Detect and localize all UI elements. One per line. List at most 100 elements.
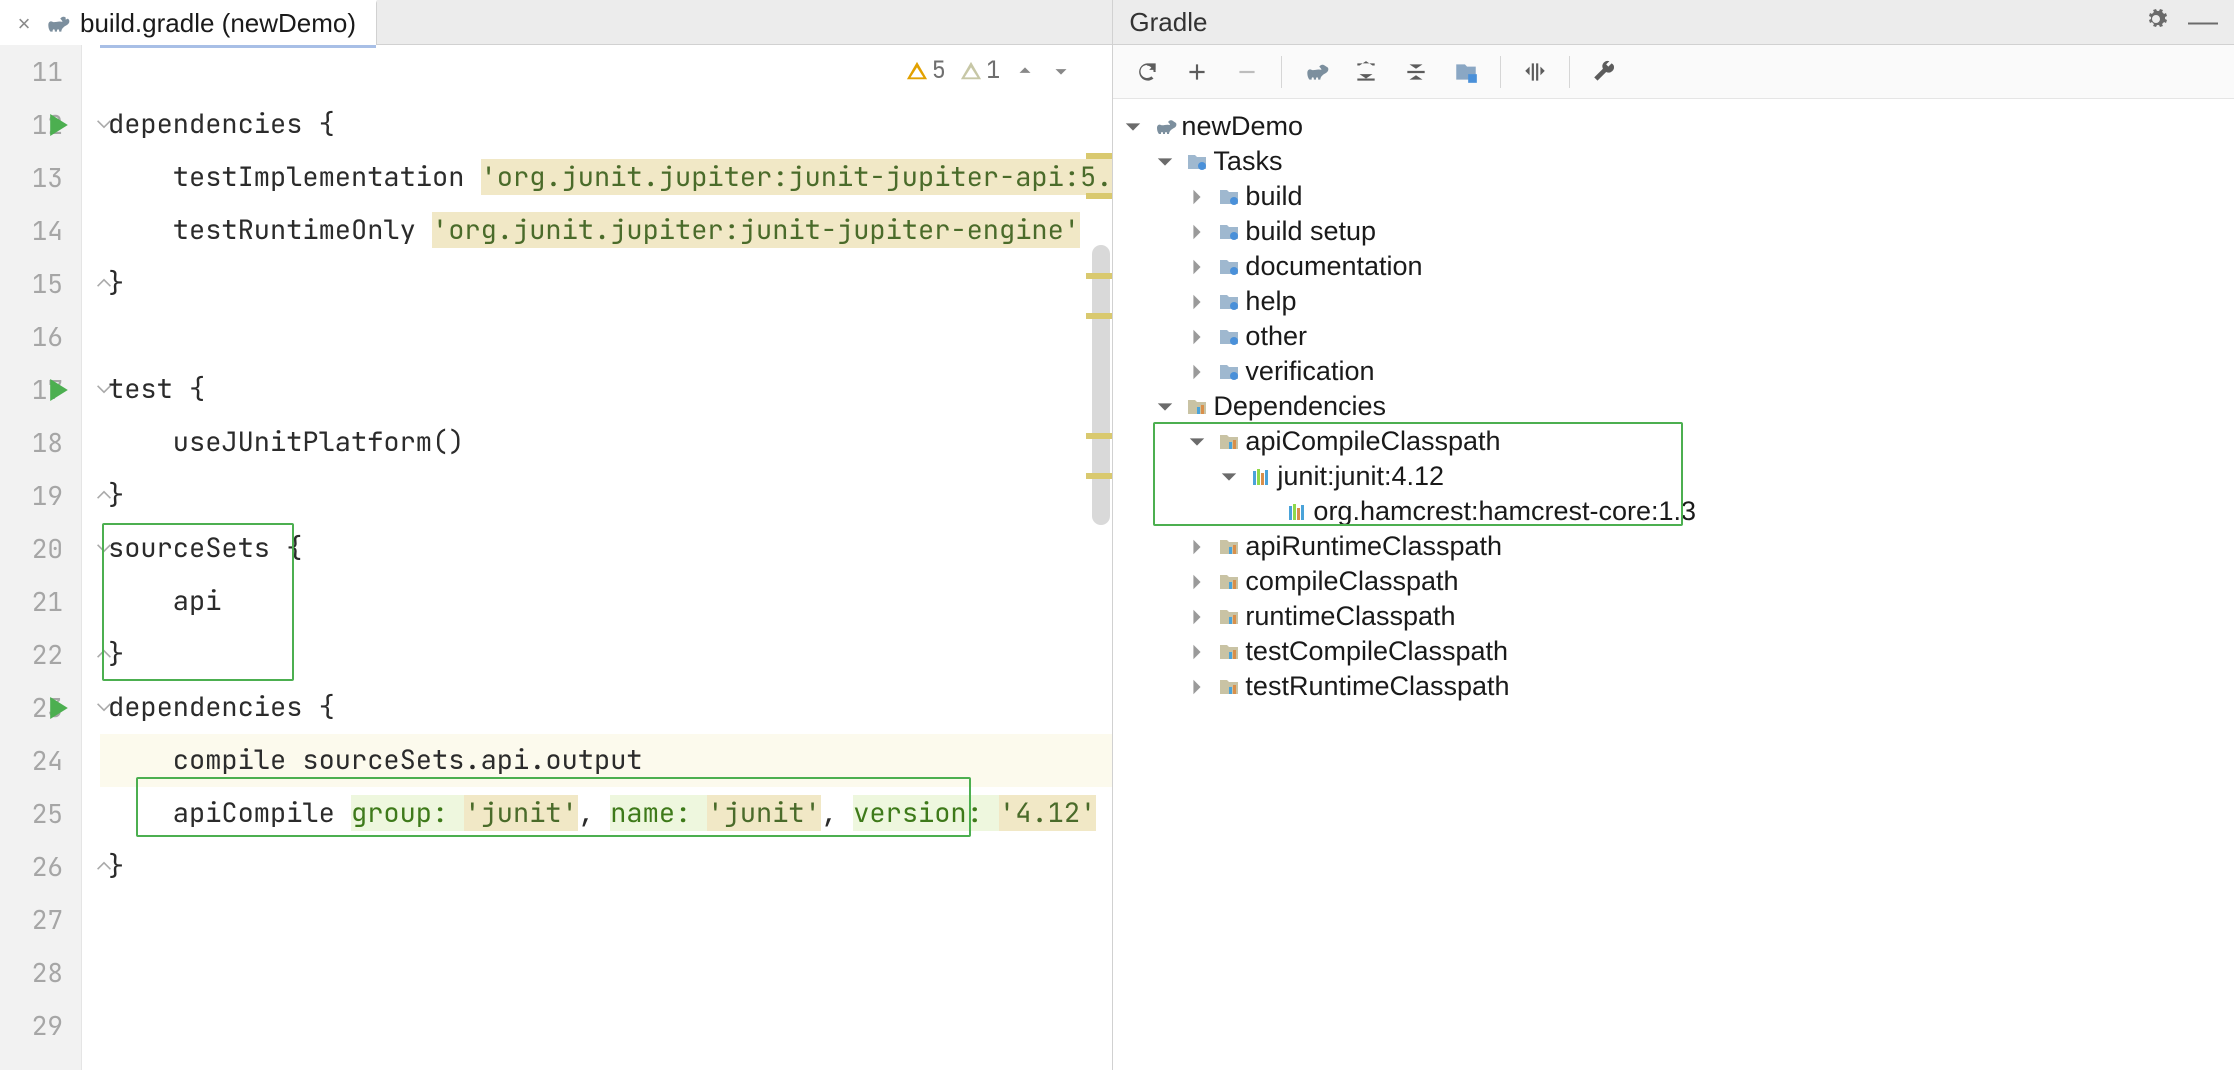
editor-body[interactable]: 11121314151617181920212223242526272829 5… [0, 45, 1112, 1070]
tasks-folder-icon [1181, 150, 1213, 174]
chevron-right-icon[interactable] [1181, 608, 1213, 626]
tree-node-config[interactable]: compileClasspath [1113, 564, 2234, 599]
tree-node-tasks[interactable]: Tasks [1113, 144, 2234, 179]
fold-icon[interactable] [96, 381, 112, 397]
tree-node-config[interactable]: apiRuntimeClasspath [1113, 529, 2234, 564]
project-structure-icon[interactable] [1444, 52, 1488, 92]
chevron-down-icon[interactable] [1149, 153, 1181, 171]
tree-node-project[interactable]: newDemo [1113, 109, 2234, 144]
chevron-down-icon[interactable] [1181, 433, 1213, 451]
fold-end-icon[interactable] [96, 646, 112, 662]
fold-icon[interactable] [96, 699, 112, 715]
gradle-file-icon [44, 11, 70, 37]
code-line[interactable]: api [100, 575, 1112, 628]
editor-pane: × build.gradle (newDemo) 111213141516171… [0, 0, 1113, 1070]
run-icon[interactable] [48, 697, 70, 719]
fold-end-icon[interactable] [96, 858, 112, 874]
code-area[interactable]: 5 1 dependencies { testImplementation 'o… [100, 45, 1112, 1070]
error-stripe[interactable] [1086, 45, 1112, 1070]
minimize-icon[interactable]: — [2188, 5, 2218, 39]
tree-label: junit:junit:4.12 [1277, 461, 1444, 492]
gear-icon[interactable] [2144, 7, 2168, 38]
run-icon[interactable] [48, 379, 70, 401]
chevron-right-icon[interactable] [1181, 188, 1213, 206]
add-icon[interactable] [1175, 52, 1219, 92]
code-line[interactable]: } [100, 469, 1112, 522]
offline-mode-icon[interactable] [1513, 52, 1557, 92]
code-line[interactable] [100, 946, 1112, 999]
code-line[interactable]: dependencies { [100, 681, 1112, 734]
tree-label: testRuntimeClasspath [1245, 671, 1509, 702]
gradle-panel: Gradle — newDemo [1113, 0, 2234, 1070]
close-icon[interactable]: × [14, 11, 34, 37]
tree-label: Tasks [1213, 146, 1282, 177]
tree-node-config[interactable]: testRuntimeClasspath [1113, 669, 2234, 704]
code-line[interactable]: testRuntimeOnly 'org.junit.jupiter:junit… [100, 204, 1112, 257]
chevron-right-icon[interactable] [1181, 363, 1213, 381]
code-line[interactable]: } [100, 628, 1112, 681]
tree-label: apiRuntimeClasspath [1245, 531, 1502, 562]
chevron-down-icon[interactable] [1149, 398, 1181, 416]
tree-node-task[interactable]: other [1113, 319, 2234, 354]
tree-node-config[interactable]: testCompileClasspath [1113, 634, 2234, 669]
chevron-right-icon[interactable] [1181, 538, 1213, 556]
gradle-elephant-icon[interactable] [1294, 52, 1338, 92]
code-line[interactable]: } [100, 840, 1112, 893]
run-icon[interactable] [48, 114, 70, 136]
fold-icon[interactable] [96, 540, 112, 556]
chevron-down-icon[interactable] [1213, 468, 1245, 486]
gradle-tree[interactable]: newDemo Tasks buildbuild setupdocumentat… [1113, 99, 2234, 1070]
tree-node-dep[interactable]: org.hamcrest:hamcrest-core:1.3 [1113, 494, 2234, 529]
scrollbar-thumb[interactable] [1092, 245, 1110, 525]
tree-node-task[interactable]: documentation [1113, 249, 2234, 284]
remove-icon[interactable] [1225, 52, 1269, 92]
code-line[interactable]: } [100, 257, 1112, 310]
expand-all-icon[interactable] [1344, 52, 1388, 92]
deps-config-icon [1213, 605, 1245, 629]
code-line[interactable]: sourceSets { [100, 522, 1112, 575]
chevron-right-icon[interactable] [1181, 258, 1213, 276]
task-folder-icon [1213, 255, 1245, 279]
gradle-toolbar [1113, 45, 2234, 99]
tree-node-dep[interactable]: junit:junit:4.12 [1113, 459, 2234, 494]
code-line[interactable] [100, 45, 1112, 98]
library-icon [1281, 500, 1313, 524]
code-line[interactable]: test { [100, 363, 1112, 416]
wrench-icon[interactable] [1582, 52, 1626, 92]
chevron-right-icon[interactable] [1181, 293, 1213, 311]
fold-end-icon[interactable] [96, 487, 112, 503]
chevron-right-icon[interactable] [1181, 223, 1213, 241]
deps-config-icon [1213, 430, 1245, 454]
deps-config-icon [1213, 675, 1245, 699]
task-folder-icon [1213, 185, 1245, 209]
tree-node-task[interactable]: build setup [1113, 214, 2234, 249]
tree-label: newDemo [1181, 111, 1303, 142]
code-line[interactable]: compile sourceSets.api.output [100, 734, 1112, 787]
refresh-icon[interactable] [1125, 52, 1169, 92]
line-number-gutter: 11121314151617181920212223242526272829 [0, 45, 82, 1070]
code-line[interactable] [100, 310, 1112, 363]
tree-node-task[interactable]: help [1113, 284, 2234, 319]
chevron-down-icon[interactable] [1117, 118, 1149, 136]
tree-node-task[interactable]: build [1113, 179, 2234, 214]
tree-node-config[interactable]: runtimeClasspath [1113, 599, 2234, 634]
code-line[interactable] [100, 893, 1112, 946]
code-line[interactable]: useJUnitPlatform() [100, 416, 1112, 469]
code-line[interactable] [100, 999, 1112, 1052]
tree-label: testCompileClasspath [1245, 636, 1508, 667]
fold-end-icon[interactable] [96, 275, 112, 291]
editor-tab[interactable]: × build.gradle (newDemo) [0, 0, 377, 44]
tree-label: compileClasspath [1245, 566, 1458, 597]
code-line[interactable]: apiCompile group: 'junit', name: 'junit'… [100, 787, 1112, 840]
chevron-right-icon[interactable] [1181, 678, 1213, 696]
fold-icon[interactable] [96, 116, 112, 132]
chevron-right-icon[interactable] [1181, 328, 1213, 346]
tree-node-task[interactable]: verification [1113, 354, 2234, 389]
chevron-right-icon[interactable] [1181, 573, 1213, 591]
tree-node-config[interactable]: apiCompileClasspath [1113, 424, 2234, 459]
code-line[interactable]: testImplementation 'org.junit.jupiter:ju… [100, 151, 1112, 204]
collapse-all-icon[interactable] [1394, 52, 1438, 92]
code-line[interactable]: dependencies { [100, 98, 1112, 151]
tree-node-dependencies[interactable]: Dependencies [1113, 389, 2234, 424]
chevron-right-icon[interactable] [1181, 643, 1213, 661]
